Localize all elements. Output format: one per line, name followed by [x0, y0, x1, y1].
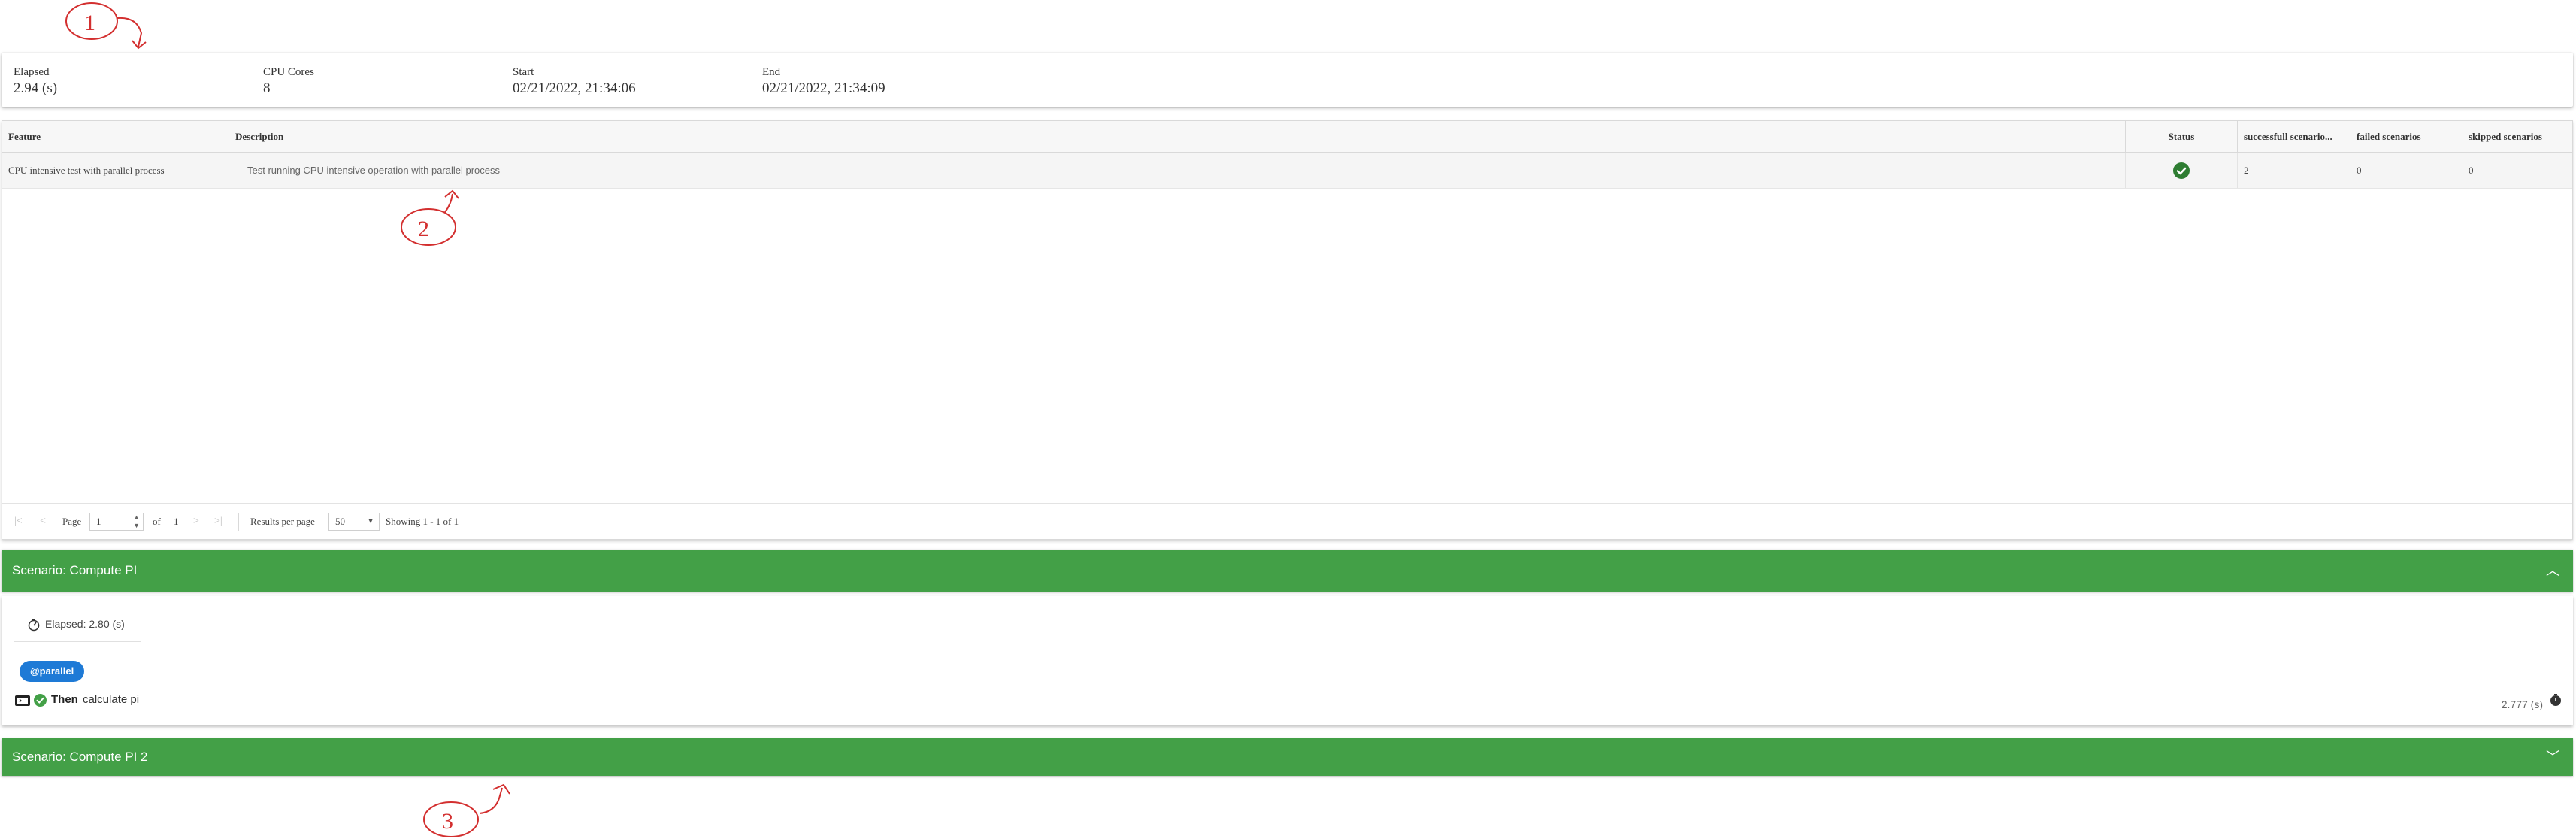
annotation-2 [401, 189, 459, 246]
annotation-3 [423, 783, 510, 837]
annotation-1 [65, 2, 147, 50]
annotation-2-text: 2 [418, 217, 429, 241]
annotation-3-text: 3 [442, 809, 453, 834]
annotation-overlay: 1 2 3 [65, 2, 510, 837]
annotation-1-text: 1 [84, 11, 95, 35]
